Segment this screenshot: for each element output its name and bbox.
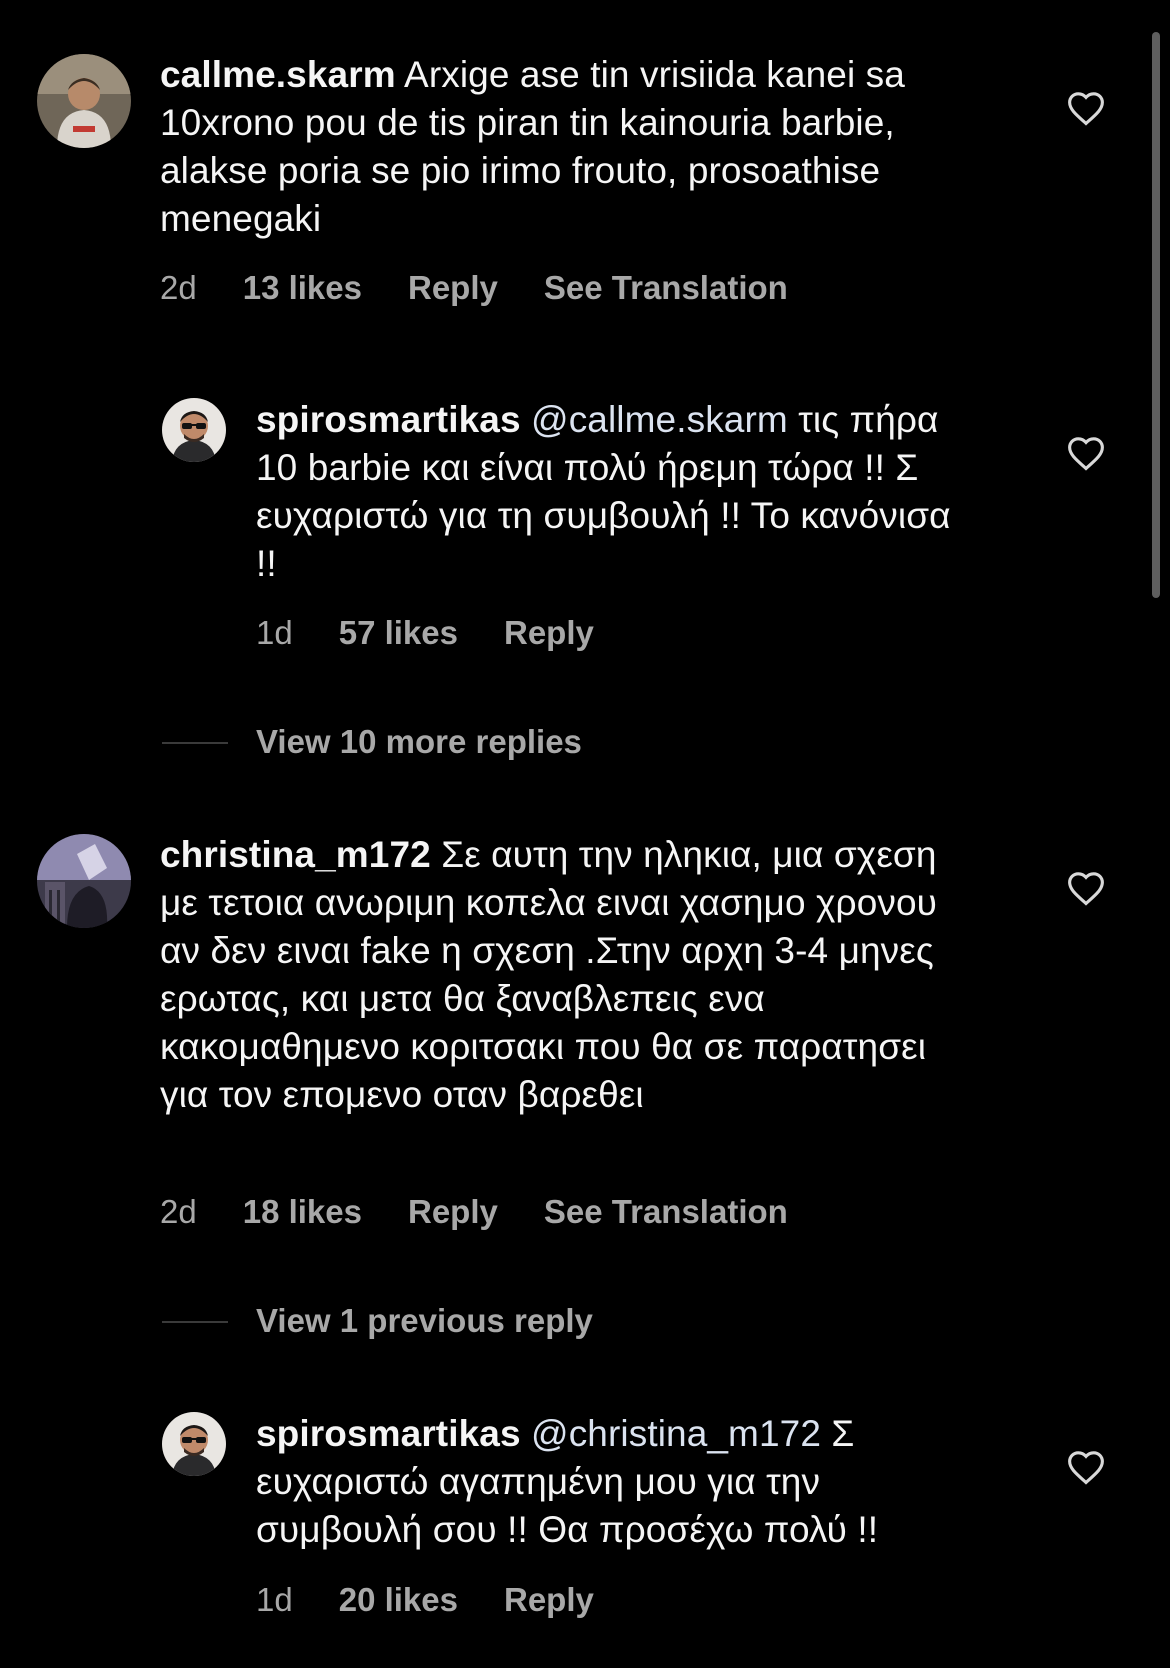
- comment-text: callme.skarm Arxige ase tin vrisiida kan…: [160, 51, 960, 243]
- comment-time: 2d: [160, 269, 197, 306]
- see-translation-button[interactable]: See Translation: [544, 268, 788, 308]
- avatar[interactable]: [37, 834, 131, 928]
- comment-time: 2d: [160, 1193, 197, 1230]
- reply-button[interactable]: Reply: [408, 268, 498, 308]
- avatar-photo-icon: [37, 834, 131, 928]
- comment-username[interactable]: spirosmartikas: [256, 399, 521, 440]
- heart-icon[interactable]: [1066, 90, 1106, 126]
- heart-icon[interactable]: [1066, 1449, 1106, 1485]
- heart-icon[interactable]: [1066, 435, 1106, 471]
- comment-time: 1d: [256, 1581, 293, 1618]
- mention-link[interactable]: @callme.skarm: [531, 399, 788, 440]
- comment-text: christina_m172 Σε αυτη την ηληκια, μια σ…: [160, 831, 960, 1119]
- comment-likes[interactable]: 18 likes: [243, 1192, 362, 1232]
- thread-line: [162, 742, 228, 744]
- comment-likes[interactable]: 20 likes: [339, 1580, 458, 1620]
- reply-button[interactable]: Reply: [504, 613, 594, 653]
- mention-link[interactable]: @christina_m172: [531, 1413, 821, 1454]
- comment-likes[interactable]: 13 likes: [243, 268, 362, 308]
- avatar[interactable]: [162, 1412, 226, 1476]
- comment-text: spirosmartikas @christina_m172 Σ ευχαρισ…: [256, 1410, 976, 1554]
- comment-text: spirosmartikas @callme.skarm τις πήρα 10…: [256, 396, 976, 588]
- comment-time: 1d: [256, 614, 293, 651]
- scrollbar[interactable]: [1152, 32, 1160, 598]
- thread-line: [162, 1321, 228, 1323]
- comment-username[interactable]: callme.skarm: [160, 54, 396, 95]
- comment-username[interactable]: spirosmartikas: [256, 1413, 521, 1454]
- avatar-photo-icon: [162, 1412, 226, 1476]
- reply-button[interactable]: Reply: [408, 1192, 498, 1232]
- avatar-photo-icon: [162, 398, 226, 462]
- comment-meta: 2d 13 likes Reply See Translation: [160, 268, 834, 308]
- comment-username[interactable]: christina_m172: [160, 834, 431, 875]
- view-previous-reply-button[interactable]: View 1 previous reply: [162, 1301, 593, 1341]
- comment-likes[interactable]: 57 likes: [339, 613, 458, 653]
- view-more-replies-button[interactable]: View 10 more replies: [162, 722, 582, 762]
- comment-meta: 2d 18 likes Reply See Translation: [160, 1192, 834, 1232]
- comment-meta: 1d 20 likes Reply: [256, 1580, 640, 1620]
- view-previous-reply-label[interactable]: View 1 previous reply: [256, 1302, 593, 1339]
- see-translation-button[interactable]: See Translation: [544, 1192, 788, 1232]
- avatar[interactable]: [162, 398, 226, 462]
- comment-meta: 1d 57 likes Reply: [256, 613, 640, 653]
- heart-icon[interactable]: [1066, 870, 1106, 906]
- avatar-photo-icon: [37, 54, 131, 148]
- reply-button[interactable]: Reply: [504, 1580, 594, 1620]
- avatar[interactable]: [37, 54, 131, 148]
- comment-body: Σε αυτη την ηληκια, μια σχεση με τετοια …: [160, 834, 937, 1115]
- view-more-replies-label[interactable]: View 10 more replies: [256, 723, 582, 760]
